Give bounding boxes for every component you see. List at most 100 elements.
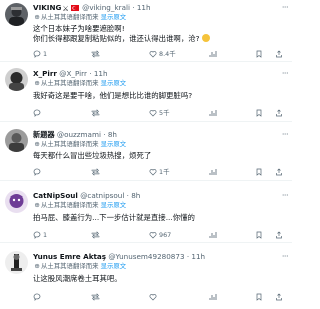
views-icon [209,51,217,57]
views-button[interactable] [209,292,217,302]
turkey-flag-icon [70,3,79,14]
show-original-link[interactable]: 显示原文 [101,201,127,209]
share-icon [276,293,282,301]
more-horizontal-icon[interactable]: ··· [282,3,289,12]
views-button[interactable] [209,108,217,118]
tweet-header: 新题器 @ouzzmami · 8h [33,130,117,139]
display-name[interactable]: Yunus Emre Aktaş [33,252,106,261]
display-name[interactable]: X_Pirr [33,69,57,78]
avatar-image [5,68,28,91]
retweet-icon [91,293,100,301]
retweet-button[interactable] [91,49,100,59]
timestamp[interactable]: 11h [191,252,205,261]
tweet-actions: 1 967 [33,230,286,240]
views-icon [209,169,217,175]
retweet-button[interactable] [91,292,100,302]
display-name[interactable]: CatNipSoul [33,191,78,200]
translation-note: ⊕从土耳其语翻译而来 显示原文 [34,140,127,148]
bookmark-icon [256,109,262,117]
reply-icon [33,293,41,301]
globe-icon: ⊕ [34,262,40,270]
more-horizontal-icon[interactable]: ··· [282,252,289,261]
timestamp[interactable]: 8h [108,130,117,139]
tweet-text: 这个日本妹子为啥要遮脸啊! [33,24,125,33]
handle[interactable]: @ouzzmami [57,130,101,139]
avatar[interactable] [5,190,28,213]
like-button[interactable]: 8.4千 [149,49,176,59]
translation-note: ⊕从土耳其语翻译而来 显示原文 [34,79,127,87]
timestamp[interactable]: 8h [131,191,140,200]
tweet-header: CatNipSoul @catnipsoul · 8h [33,191,141,200]
globe-icon: ⊕ [34,201,40,209]
avatar[interactable] [5,129,28,152]
retweet-button[interactable] [91,167,100,177]
reply-button[interactable] [33,167,41,177]
share-icon [276,109,282,117]
handle[interactable]: @X_Pirr [59,69,87,78]
show-original-link[interactable]: 显示原文 [101,140,127,148]
retweet-icon [91,109,100,117]
reply-tweet[interactable]: Yunus Emre Aktaş @Yunusem49280873 · 11h … [0,244,292,309]
share-button[interactable] [275,108,283,118]
share-button[interactable] [275,49,283,59]
reply-tweet[interactable]: CatNipSoul @catnipsoul · 8h ··· ⊕从土耳其语翻译… [0,182,292,243]
share-button[interactable] [275,167,283,177]
timestamp[interactable]: 11h [137,3,151,12]
avatar-image [5,129,28,152]
handle[interactable]: @viking_krali [82,3,130,12]
avatar[interactable] [5,68,28,91]
like-button[interactable]: 1千 [149,167,170,177]
like-icon [149,294,157,301]
bookmark-button[interactable] [255,292,263,302]
bookmark-icon [256,231,262,239]
views-button[interactable] [209,49,217,59]
timestamp[interactable]: 11h [94,69,108,78]
reply-button[interactable] [33,292,41,302]
retweet-button[interactable] [91,108,100,118]
avatar-image [5,190,28,213]
tweet-text: 拍马屁、膝盖行为...下一步估计就是直接...你懂的 [33,213,195,222]
display-name[interactable]: VIKING [33,3,61,12]
display-name[interactable]: 新题器 [33,130,55,139]
like-icon [149,110,157,117]
views-button[interactable] [209,167,217,177]
handle[interactable]: @Yunusem49280873 [108,252,184,261]
show-original-link[interactable]: 显示原文 [101,262,127,270]
share-button[interactable] [275,230,283,240]
show-original-link[interactable]: 显示原文 [101,79,127,87]
reply-tweet[interactable]: 新题器 @ouzzmami · 8h ··· ⊕从土耳其语翻译而来 显示原文 每… [0,123,292,181]
avatar-image [5,3,28,26]
handle[interactable]: @catnipsoul [80,191,124,200]
share-button[interactable] [275,292,283,302]
bookmark-button[interactable] [255,108,263,118]
retweet-icon [91,50,100,58]
cross-swords-icon: ⚔ [62,3,69,13]
views-button[interactable] [209,230,217,240]
show-original-link[interactable]: 显示原文 [101,13,127,21]
avatar-image [5,251,28,274]
tweet-header: VIKING⚔ @viking_krali · 11h [33,3,151,14]
reply-button[interactable]: 1 [33,49,47,59]
translation-note: ⊕从土耳其语翻译而来 显示原文 [34,13,127,21]
reply-button[interactable] [33,108,41,118]
reply-tweet[interactable]: VIKING⚔ @viking_krali · 11h ··· ⊕从土耳其语翻译… [0,0,292,62]
avatar[interactable] [5,3,28,26]
like-button[interactable] [149,292,157,302]
like-button[interactable]: 5千 [149,108,170,118]
reply-tweet[interactable]: X_Pirr @X_Pirr · 11h ··· ⊕从土耳其语翻译而来 显示原文… [0,63,292,122]
retweet-button[interactable] [91,230,100,240]
tweet-actions: 5千 [33,108,286,118]
like-button[interactable]: 967 [149,230,171,240]
avatar[interactable] [5,251,28,274]
bookmark-button[interactable] [255,49,263,59]
more-horizontal-icon[interactable]: ··· [282,69,289,78]
reply-button[interactable]: 1 [33,230,47,240]
tweet-header: X_Pirr @X_Pirr · 11h [33,69,108,78]
bookmark-button[interactable] [255,167,263,177]
more-horizontal-icon[interactable]: ··· [282,130,289,139]
bookmark-button[interactable] [255,230,263,240]
globe-icon: ⊕ [34,140,40,148]
more-horizontal-icon[interactable]: ··· [282,191,289,200]
views-icon [209,294,217,300]
reply-icon [33,50,41,58]
